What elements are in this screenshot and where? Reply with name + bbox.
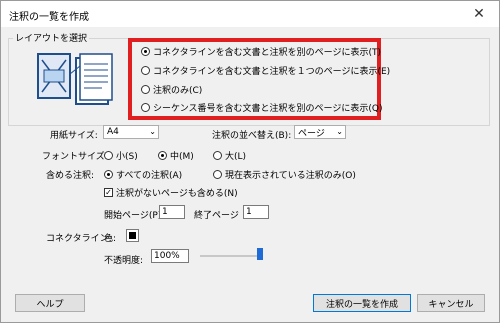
sort-select[interactable]: ページ ⌄ xyxy=(294,125,346,139)
opacity-input[interactable]: 100% xyxy=(151,249,189,263)
paper-size-value: A4 xyxy=(107,127,119,137)
font-size-medium-label: 中(M) xyxy=(170,152,194,162)
window-title: 注釈の一覧を作成 xyxy=(9,12,89,23)
chevron-down-icon: ⌄ xyxy=(336,127,343,136)
font-size-medium[interactable]: 中(M) xyxy=(158,149,194,162)
layout-option-label: 注釈のみ(C) xyxy=(153,86,203,96)
start-page-label: 開始ページ(P) xyxy=(104,211,162,221)
layout-option-label: コネクタラインを含む文書と注釈を別のページに表示(T) xyxy=(153,48,381,58)
layout-option-annotations-only[interactable]: 注釈のみ(C) xyxy=(141,83,202,96)
radio-icon xyxy=(104,151,113,160)
chevron-down-icon: ⌄ xyxy=(149,127,156,136)
radio-icon xyxy=(104,170,113,179)
radio-icon xyxy=(141,47,150,56)
color-swatch[interactable] xyxy=(126,229,139,242)
opacity-slider-track[interactable] xyxy=(200,255,262,257)
close-icon[interactable]: ✕ xyxy=(459,1,499,27)
end-page-label: 終了ページ xyxy=(194,211,239,221)
help-button-label: ヘルプ xyxy=(36,299,64,310)
include-all[interactable]: すべての注釈(A) xyxy=(104,168,182,181)
font-size-label: フォントサイズ: xyxy=(42,152,108,162)
checkmark-icon: ✓ xyxy=(104,187,113,197)
font-size-small-label: 小(S) xyxy=(116,152,138,162)
radio-icon xyxy=(141,66,150,75)
radio-icon xyxy=(213,170,222,179)
layout-option-label: シーケンス番号を含む文書と注釈を別のページに表示(Q) xyxy=(153,104,383,114)
layout-option-single-page[interactable]: コネクタラインを含む文書と注釈を１つのページに表示(E) xyxy=(141,64,390,77)
paper-size-select[interactable]: A4 ⌄ xyxy=(103,125,159,139)
end-page-value: 1 xyxy=(246,207,252,217)
font-size-large[interactable]: 大(L) xyxy=(213,149,246,162)
include-visible-only[interactable]: 現在表示されている注釈のみ(O) xyxy=(213,168,356,181)
connector-label: コネクタライン: xyxy=(46,234,112,244)
include-empty-pages-checkbox[interactable]: ✓ 注釈がないページも含める(N) xyxy=(104,186,238,199)
start-page-input[interactable]: 1 xyxy=(159,205,185,219)
include-empty-pages-label: 注釈がないページも含める(N) xyxy=(116,189,238,199)
opacity-label: 不透明度: xyxy=(104,256,144,266)
create-list-button[interactable]: 注釈の一覧を作成 xyxy=(313,294,411,312)
sort-label: 注釈の並べ替え(B): xyxy=(212,131,292,141)
help-button[interactable]: ヘルプ xyxy=(15,294,85,312)
radio-icon xyxy=(141,85,150,94)
font-size-small[interactable]: 小(S) xyxy=(104,149,138,162)
sort-value: ページ xyxy=(298,128,325,139)
radio-icon xyxy=(158,151,167,160)
layout-option-sequence[interactable]: シーケンス番号を含む文書と注釈を別のページに表示(Q) xyxy=(141,101,382,114)
paper-size-label: 用紙サイズ: xyxy=(50,131,98,141)
cancel-button[interactable]: キャンセル xyxy=(417,294,485,312)
opacity-value: 100% xyxy=(154,251,180,261)
include-label: 含める注釈: xyxy=(46,171,95,181)
font-size-large-label: 大(L) xyxy=(225,152,247,162)
create-list-button-label: 注釈の一覧を作成 xyxy=(325,299,398,310)
end-page-input[interactable]: 1 xyxy=(243,205,269,219)
radio-icon xyxy=(213,151,222,160)
layout-group-label: レイアウトを選択 xyxy=(13,31,90,44)
include-all-label: すべての注釈(A) xyxy=(116,171,183,181)
layout-option-label: コネクタラインを含む文書と注釈を１つのページに表示(E) xyxy=(153,67,391,77)
title-bar: 注釈の一覧を作成 ✕ xyxy=(1,1,499,27)
start-page-value: 1 xyxy=(162,207,168,217)
opacity-slider-thumb[interactable] xyxy=(257,248,263,260)
cancel-button-label: キャンセル xyxy=(428,299,474,310)
color-label: 色: xyxy=(104,234,117,244)
include-visible-only-label: 現在表示されている注釈のみ(O) xyxy=(225,171,356,181)
radio-icon xyxy=(141,103,150,112)
layout-option-separate[interactable]: コネクタラインを含む文書と注釈を別のページに表示(T) xyxy=(141,45,381,58)
layout-preview-icon xyxy=(37,53,113,105)
